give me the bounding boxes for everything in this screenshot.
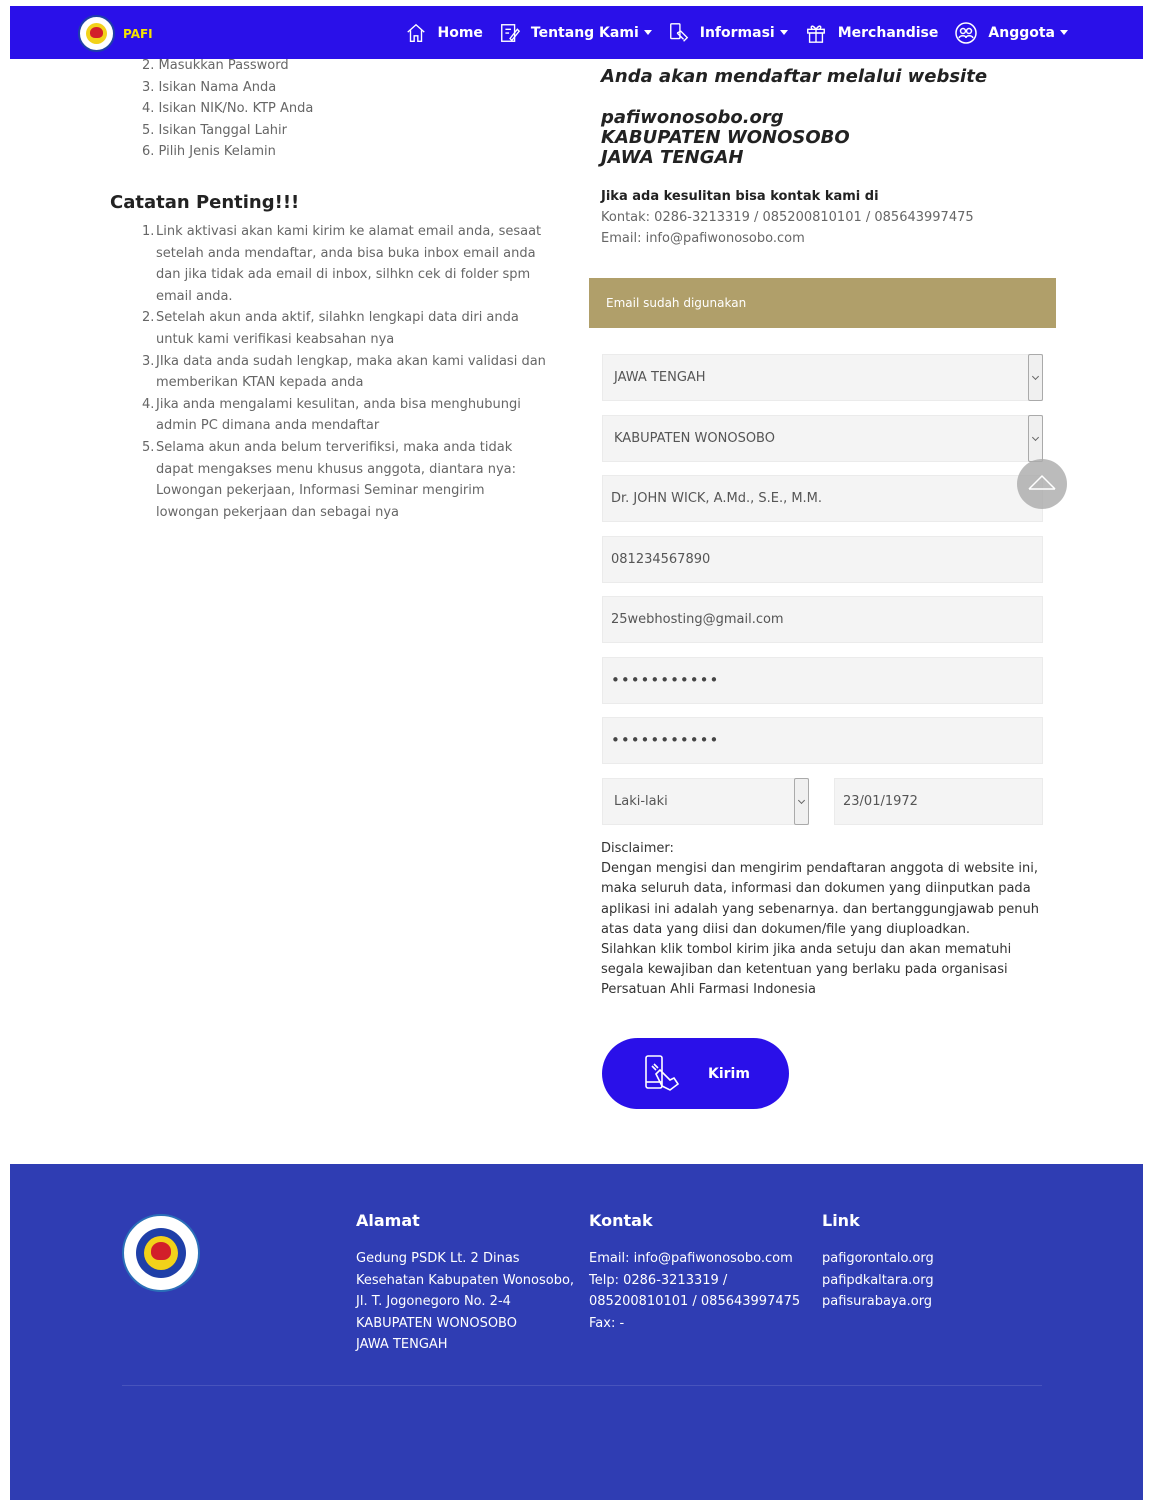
note-item: 4. Jika anda mengalami kesulitan, anda bi… — [142, 396, 521, 434]
note-item: 2. Setelah akun anda aktif, silahkn lengk… — [142, 310, 519, 347]
footer-divider — [122, 1385, 1042, 1386]
chevron-down-icon[interactable] — [1028, 354, 1043, 401]
footer-alamat-line: JAWA TENGAH — [356, 1337, 448, 1353]
touch-screen-icon — [669, 22, 688, 42]
step-item: 5. Isikan Tanggal Lahir — [142, 122, 288, 138]
nav-anggota-label: Anggota — [988, 24, 1055, 41]
nama-input[interactable]: Dr. JOHN WICK, A.Md., S.E., M.M. — [602, 475, 1043, 522]
brand-name: PAFI — [123, 26, 153, 41]
members-icon — [955, 21, 978, 44]
notes-title: Catatan Penting!!! — [110, 192, 300, 213]
register-provinsi: JAWA TENGAH — [601, 147, 744, 168]
nama-value: Dr. JOHN WICK, A.Md., S.E., M.M. — [611, 491, 823, 506]
disclaimer-paragraph-2: Silahkan klik tombol kirim jika anda set… — [601, 942, 1012, 998]
disclaimer-title: Disclaimer: — [601, 841, 674, 856]
nik-value: 081234567890 — [611, 552, 711, 567]
nav-informasi[interactable]: Informasi — [668, 22, 788, 44]
caret-down-icon — [1060, 30, 1068, 35]
email-value: 25webhosting@gmail.com — [611, 612, 784, 627]
register-heading: Anda akan mendaftar melalui website — [601, 66, 988, 87]
step-item: 4. Isikan NIK/No. KTP Anda — [142, 101, 314, 116]
nav-anggota[interactable]: Anggota — [954, 21, 1068, 45]
instructions-column: 2. Masukkan Password 3. Isikan Nama Anda… — [110, 55, 550, 520]
navbar: PAFI Home Tentang Kami Informasi Merchan… — [10, 6, 1143, 59]
footer-kontak-line: Email: info@pafiwonosobo.com — [589, 1251, 793, 1266]
chevron-down-icon[interactable] — [794, 778, 809, 825]
footer-kontak-line: Telp: 0286-3213319 / — [589, 1272, 728, 1288]
registration-steps: 2. Masukkan Password 3. Isikan Nama Anda… — [110, 55, 550, 163]
provinsi-select[interactable]: JAWA TENGAH — [602, 354, 1043, 401]
touch-phone-icon — [645, 1054, 680, 1091]
footer-link: Link pafigorontalo.org pafipdkaltara.org… — [822, 1211, 934, 1313]
home-icon — [407, 23, 426, 42]
birthdate-value: 23/01/1972 — [843, 794, 918, 809]
gender-select[interactable]: Laki-laki — [602, 778, 809, 825]
footer-alamat-title: Alamat — [356, 1211, 420, 1230]
chevron-down-icon[interactable] — [1028, 415, 1043, 462]
step-item: 3. Isikan Nama Anda — [142, 79, 277, 95]
important-notes: 1. Link aktivasi akan kami kirim ke alama… — [110, 221, 550, 523]
nav-home-label: Home — [437, 24, 483, 41]
provinsi-value: JAWA TENGAH — [614, 370, 706, 385]
nav-home[interactable]: Home — [405, 22, 483, 44]
submit-button[interactable]: Kirim — [602, 1038, 789, 1109]
password-confirm-input[interactable]: ••••••••••• — [602, 717, 1043, 764]
register-site: pafiwonosobo.org — [601, 107, 784, 128]
nik-input[interactable]: 081234567890 — [602, 536, 1043, 583]
nav-tentang-kami-label: Tentang Kami — [530, 24, 639, 41]
step-item: 6. Pilih Jenis Kelamin — [142, 144, 276, 159]
footer-kontak: Kontak Email: info@pafiwonosobo.com Telp… — [589, 1211, 800, 1334]
contact-phone: Kontak: 0286-3213319 / 085200810101 / 08… — [601, 210, 974, 225]
scroll-to-top-button[interactable] — [1017, 459, 1067, 509]
kabupaten-value: KABUPATEN WONOSOBO — [614, 431, 775, 446]
footer-kontak-line: 085200810101 / 085643997475 — [589, 1294, 801, 1310]
nav-merchandise[interactable]: Merchandise — [804, 22, 939, 44]
caret-down-icon — [643, 30, 652, 35]
footer-alamat-line: Gedung PSDK Lt. 2 Dinas — [356, 1251, 520, 1266]
nav-merchandise-label: Merchandise — [837, 24, 939, 41]
note-item: 1. Link aktivasi akan kami kirim ke alama… — [142, 224, 542, 304]
registration-info: Anda akan mendaftar melalui website pafi… — [601, 60, 1051, 247]
disclaimer-paragraph-1: Dengan mengisi dan mengirim pendaftaran … — [601, 861, 1039, 937]
register-site-block: pafiwonosobo.org KABUPATEN WONOSOBO JAWA… — [601, 108, 1051, 168]
kabupaten-select[interactable]: KABUPATEN WONOSOBO — [602, 415, 1043, 462]
gender-value: Laki-laki — [614, 794, 668, 809]
caret-down-icon — [779, 30, 788, 35]
footer-alamat-line: Kesehatan Kabupaten Wonosobo, — [356, 1272, 575, 1288]
footer-kontak-title: Kontak — [589, 1211, 653, 1230]
footer-kontak-line: Fax: - — [589, 1315, 625, 1331]
footer-link-title: Link — [822, 1211, 860, 1230]
footer-alamat-line: Jl. T. Jogonegoro No. 2-4 — [356, 1294, 511, 1310]
register-kabupaten: KABUPATEN WONOSOBO — [601, 127, 850, 148]
footer-alamat-line: KABUPATEN WONOSOBO — [356, 1315, 517, 1331]
pafi-footer-logo — [122, 1214, 200, 1292]
main-menu: Home Tentang Kami Informasi Merchandise … — [389, 6, 1068, 59]
submit-label: Kirim — [708, 1065, 750, 1082]
chevron-up-icon — [1028, 474, 1056, 490]
contact-label: Jika ada kesulitan bisa kontak kami di — [601, 189, 879, 204]
brand[interactable]: PAFI — [78, 15, 153, 52]
birthdate-input[interactable]: 23/01/1972 — [834, 778, 1043, 825]
password-value: ••••••••••• — [611, 671, 720, 689]
note-item: 5. Selama akun anda belum terverifiksi, m… — [142, 439, 517, 520]
pafi-logo — [78, 15, 115, 52]
footer-link-item[interactable]: pafisurabaya.org — [822, 1291, 934, 1313]
password-confirm-value: ••••••••••• — [611, 731, 720, 749]
footer-alamat: Alamat Gedung PSDK Lt. 2 Dinas Kesehatan… — [356, 1211, 574, 1356]
footer: Alamat Gedung PSDK Lt. 2 Dinas Kesehatan… — [10, 1164, 1143, 1500]
footer-link-item[interactable]: pafigorontalo.org — [822, 1248, 934, 1270]
edit-document-icon — [500, 23, 520, 42]
error-alert: Email sudah digunakan — [589, 278, 1056, 328]
password-input[interactable]: ••••••••••• — [602, 657, 1043, 704]
gift-icon — [806, 25, 825, 43]
footer-link-item[interactable]: pafipdkaltara.org — [822, 1270, 934, 1292]
note-item: 3. JIka data anda sudah lengkap, maka aka… — [142, 353, 546, 391]
disclaimer: Disclaimer: Dengan mengisi dan mengirim … — [601, 839, 1043, 1001]
nav-informasi-label: Informasi — [699, 24, 775, 41]
email-input[interactable]: 25webhosting@gmail.com — [602, 596, 1043, 643]
contact-email: Email: info@pafiwonosobo.com — [601, 231, 805, 246]
nav-tentang-kami[interactable]: Tentang Kami — [499, 22, 652, 44]
